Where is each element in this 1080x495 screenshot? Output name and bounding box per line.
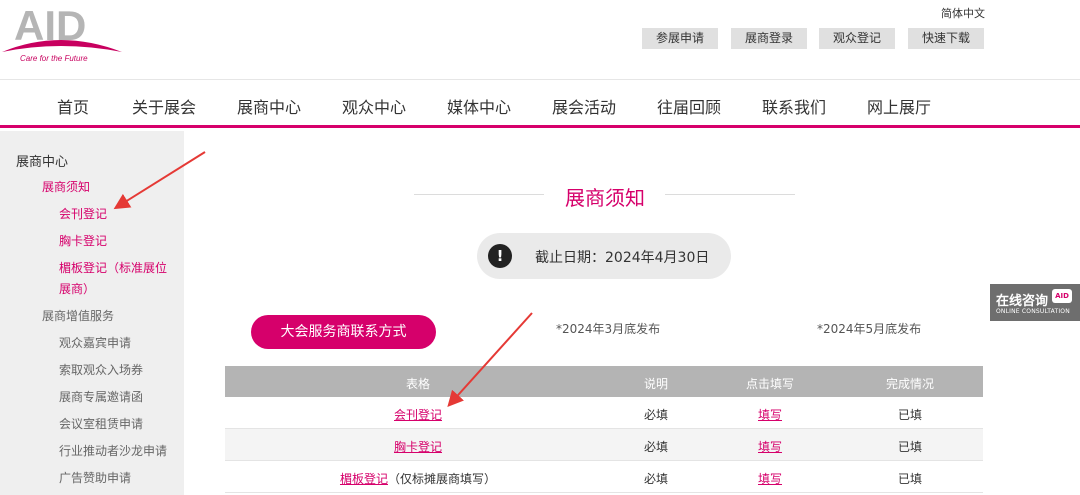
fill-link[interactable]: 填写 — [758, 406, 782, 423]
sidebar-item-fascia[interactable]: 楣板登记（标准展位 — [59, 259, 167, 276]
table-header: 表格 说明 点击填写 完成情况 — [225, 366, 983, 397]
desc-cell: 必填 — [643, 440, 669, 454]
table-row: 楣板登记（仅标摊展商填写） 必填 填写 已填 — [225, 461, 983, 493]
status-cell: 已填 — [897, 440, 923, 454]
sidebar-item-sponsor[interactable]: 广告赞助申请 — [59, 469, 131, 486]
exclamation-icon: ! — [488, 244, 512, 268]
site-header: AID Care for the Future 简体中文 参展申请 展商登录 观… — [0, 0, 1080, 80]
sidebar-item-fascia-cont[interactable]: 展商） — [59, 280, 95, 297]
release-note-may: *2024年5月底发布 — [817, 322, 922, 336]
consult-logo-icon: AID — [1052, 289, 1072, 303]
sidebar-item-meeting-room[interactable]: 会议室租赁申请 — [59, 415, 143, 432]
deadline-banner: ! 截止日期：2024年4月30日 — [477, 233, 731, 279]
nav-contact[interactable]: 联系我们 — [762, 94, 826, 118]
form-suffix: （仅标摊展商填写） — [388, 472, 497, 486]
sidebar-item-vip[interactable]: 观众嘉宾申请 — [59, 334, 131, 351]
exhibitor-login-button[interactable]: 展商登录 — [731, 28, 807, 49]
deadline-text: 截止日期：2024年4月30日 — [535, 250, 710, 266]
nav-online-hall[interactable]: 网上展厅 — [867, 94, 931, 118]
form-link-catalog[interactable]: 会刊登记 — [394, 408, 442, 422]
main-nav: 首页 关于展会 展商中心 观众中心 媒体中心 展会活动 往届回顾 联系我们 网上… — [0, 80, 1080, 128]
fill-link[interactable]: 填写 — [758, 438, 782, 455]
col-status: 完成情况 — [885, 377, 935, 391]
title-divider-left — [414, 194, 544, 195]
nav-events[interactable]: 展会活动 — [552, 94, 616, 118]
nav-visitor-center[interactable]: 观众中心 — [342, 94, 406, 118]
logo-tagline: Care for the Future — [20, 54, 88, 63]
status-cell: 已填 — [897, 408, 923, 422]
page-title: 展商须知 — [565, 186, 645, 210]
sidebar-group-services[interactable]: 展商增值服务 — [42, 307, 114, 324]
sidebar-item-catalog[interactable]: 会刊登记 — [59, 205, 107, 222]
col-action: 点击填写 — [745, 377, 795, 391]
online-consultation-button[interactable]: 在线咨询 AID ONLINE CONSULTATION — [990, 284, 1080, 321]
nav-home[interactable]: 首页 — [57, 94, 89, 118]
consult-label-en: ONLINE CONSULTATION — [996, 308, 1070, 315]
fill-link[interactable]: 填写 — [758, 470, 782, 487]
desc-cell: 必填 — [643, 472, 669, 486]
nav-about[interactable]: 关于展会 — [132, 94, 196, 118]
form-link-fascia[interactable]: 楣板登记 — [340, 472, 388, 486]
nav-exhibitor-center[interactable]: 展商中心 — [237, 94, 301, 118]
desc-cell: 必填 — [643, 408, 669, 422]
nav-media-center[interactable]: 媒体中心 — [447, 94, 511, 118]
form-name-cell: 楣板登记（仅标摊展商填写） — [340, 470, 496, 487]
form-name-cell: 胸卡登记 — [394, 438, 442, 455]
sidebar-root[interactable]: 展商中心 — [16, 151, 68, 170]
col-form: 表格 — [405, 377, 431, 391]
table-row: 胸卡登记 必填 填写 已填 — [225, 429, 983, 461]
sidebar-group-notice[interactable]: 展商须知 — [42, 178, 90, 195]
release-note-march: *2024年3月底发布 — [556, 322, 661, 336]
quick-download-button[interactable]: 快速下载 — [908, 28, 984, 49]
status-cell: 已填 — [897, 472, 923, 486]
form-name-cell: 会刊登记 — [394, 406, 442, 423]
col-desc: 说明 — [643, 377, 669, 391]
language-switch[interactable]: 简体中文 — [941, 5, 985, 21]
title-divider-right — [665, 194, 795, 195]
nav-review[interactable]: 往届回顾 — [657, 94, 721, 118]
form-link-badge[interactable]: 胸卡登记 — [394, 440, 442, 454]
sidebar-item-badge[interactable]: 胸卡登记 — [59, 232, 107, 249]
visitor-register-button[interactable]: 观众登记 — [819, 28, 895, 49]
aid-logo[interactable]: AID Care for the Future — [0, 0, 130, 70]
table-row: 会刊登记 必填 填写 已填 — [225, 397, 983, 429]
sidebar: 展商中心 展商须知 会刊登记 胸卡登记 楣板登记（标准展位 展商） 展商增值服务… — [0, 131, 184, 495]
service-contact-button[interactable]: 大会服务商联系方式 — [251, 315, 436, 349]
sidebar-item-invitation[interactable]: 展商专属邀请函 — [59, 388, 143, 405]
exhibit-apply-button[interactable]: 参展申请 — [642, 28, 718, 49]
consult-label: 在线咨询 — [996, 294, 1049, 309]
sidebar-item-tickets[interactable]: 索取观众入场券 — [59, 361, 143, 378]
sidebar-item-salon[interactable]: 行业推动者沙龙申请 — [59, 442, 167, 459]
